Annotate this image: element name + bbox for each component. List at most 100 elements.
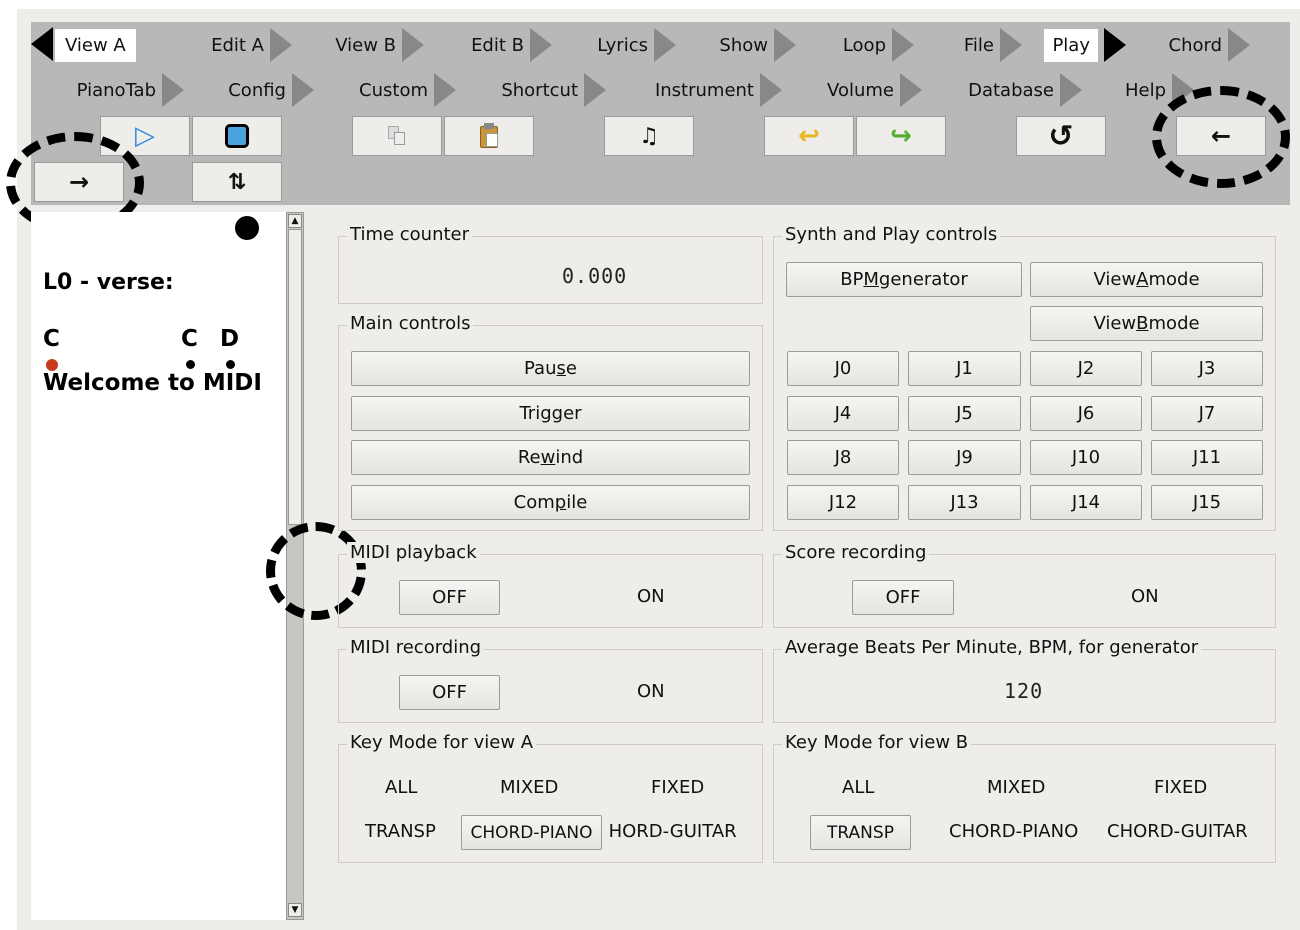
jump-button-3[interactable]: J3 bbox=[1151, 351, 1263, 386]
scroll-up-icon[interactable]: ▲ bbox=[288, 214, 302, 228]
back-button[interactable]: ← bbox=[1176, 116, 1266, 156]
tab-loop[interactable]: Loop bbox=[802, 27, 920, 63]
jump-button-0[interactable]: J0 bbox=[787, 351, 899, 386]
view-a-mode-button[interactable]: View A mode bbox=[1030, 262, 1263, 297]
tab-edit-b[interactable]: Edit B bbox=[430, 27, 558, 63]
key-mode-a-transp[interactable]: TRANSP bbox=[365, 821, 436, 842]
loop-back-button[interactable]: ↺ bbox=[1016, 116, 1106, 156]
tab-label: Volume bbox=[827, 79, 894, 101]
tab-instrument[interactable]: Instrument bbox=[612, 72, 788, 108]
key-mode-a-fixed[interactable]: FIXED bbox=[651, 777, 704, 798]
tab-arrow-icon bbox=[774, 28, 796, 62]
key-mode-b-transp[interactable]: TRANSP bbox=[810, 815, 911, 850]
tab-scroll-left-icon[interactable] bbox=[31, 27, 53, 61]
jump-button-6[interactable]: J6 bbox=[1030, 396, 1142, 431]
tab-arrow-icon bbox=[900, 73, 922, 107]
tab-label: Config bbox=[228, 79, 286, 101]
tab-lyrics[interactable]: Lyrics bbox=[558, 27, 682, 63]
tab-arrow-icon bbox=[584, 73, 606, 107]
midi-recording-off-button[interactable]: OFF bbox=[399, 675, 500, 710]
tab-edit-a[interactable]: Edit A bbox=[150, 27, 298, 63]
jump-button-1[interactable]: J1 bbox=[908, 351, 1021, 386]
tab-play[interactable]: Play bbox=[1028, 27, 1132, 63]
tab-config[interactable]: Config bbox=[190, 72, 320, 108]
jump-button-11[interactable]: J11 bbox=[1151, 440, 1263, 475]
tab-label: Show bbox=[719, 34, 768, 56]
swap-arrows-icon: ⇅ bbox=[227, 169, 247, 195]
tab-shortcut[interactable]: Shortcut bbox=[462, 72, 612, 108]
key-mode-b-fixed[interactable]: FIXED bbox=[1154, 777, 1207, 798]
key-mode-b-mixed[interactable]: MIXED bbox=[987, 777, 1045, 798]
chord-marker-dot bbox=[186, 360, 195, 369]
tab-help[interactable]: Help bbox=[1088, 72, 1200, 108]
paste-button[interactable] bbox=[444, 116, 534, 156]
tab-label: Lyrics bbox=[597, 34, 648, 56]
status-dot bbox=[235, 216, 259, 240]
score-recording-off-button[interactable]: OFF bbox=[852, 580, 954, 615]
midi-playback-on-option[interactable]: ON bbox=[637, 586, 665, 607]
jump-button-10[interactable]: J10 bbox=[1030, 440, 1142, 475]
undo-button[interactable]: ↩ bbox=[764, 116, 854, 156]
jump-button-5[interactable]: J5 bbox=[908, 396, 1021, 431]
tab-database[interactable]: Database bbox=[928, 72, 1088, 108]
tab-view-b[interactable]: View B bbox=[298, 27, 430, 63]
key-mode-b-chord-guitar[interactable]: CHORD-GUITAR bbox=[1107, 821, 1248, 842]
tab-label: Edit B bbox=[471, 34, 524, 56]
midi-recording-on-option[interactable]: ON bbox=[637, 681, 665, 702]
tab-label: Play bbox=[1044, 28, 1098, 62]
song-view-panel[interactable] bbox=[31, 212, 287, 920]
time-counter-display: 0.000 bbox=[562, 264, 628, 288]
tab-arrow-icon bbox=[162, 73, 184, 107]
jump-button-15[interactable]: J15 bbox=[1151, 485, 1263, 520]
key-mode-b-chord-piano[interactable]: CHORD-PIANO bbox=[949, 821, 1078, 842]
bpm-generator-button[interactable]: BP M generator bbox=[786, 262, 1022, 297]
tab-arrow-icon bbox=[1172, 73, 1194, 107]
jump-button-8[interactable]: J8 bbox=[787, 440, 899, 475]
rewind-button[interactable]: Re w ind bbox=[351, 440, 750, 475]
jump-button-14[interactable]: J14 bbox=[1030, 485, 1142, 520]
pause-button[interactable]: Pau s e bbox=[351, 351, 750, 386]
key-mode-a-chord-piano[interactable]: CHORD-PIANO bbox=[461, 815, 602, 850]
group-title: Time counter bbox=[347, 224, 473, 245]
redo-button[interactable]: ↪ bbox=[856, 116, 946, 156]
bpm-display: 120 bbox=[1004, 679, 1044, 703]
key-mode-a-chord-guitar[interactable]: CHORD-GUITAR bbox=[608, 821, 737, 842]
key-mode-b-all[interactable]: ALL bbox=[842, 777, 874, 798]
jump-button-9[interactable]: J9 bbox=[908, 440, 1021, 475]
tab-pianotab[interactable]: PianoTab bbox=[40, 72, 190, 108]
view-b-mode-button[interactable]: View B mode bbox=[1030, 306, 1263, 341]
jump-button-13[interactable]: J13 bbox=[908, 485, 1021, 520]
tab-label: Help bbox=[1124, 79, 1166, 101]
score-recording-on-option[interactable]: ON bbox=[1131, 586, 1159, 607]
jump-button-4[interactable]: J4 bbox=[787, 396, 899, 431]
copy-button[interactable] bbox=[352, 116, 442, 156]
play-button[interactable]: ▷ bbox=[100, 116, 190, 156]
jump-button-7[interactable]: J7 bbox=[1151, 396, 1263, 431]
vertical-scrollbar[interactable]: ▲ ▼ bbox=[286, 212, 304, 920]
forward-button[interactable]: → bbox=[34, 162, 124, 202]
key-mode-a-mixed[interactable]: MIXED bbox=[500, 777, 558, 798]
tab-file[interactable]: File bbox=[920, 27, 1028, 63]
key-mode-a-chord-guitar-clip: CHORD-GUITAR bbox=[608, 815, 750, 850]
undo-icon: ↩ bbox=[798, 121, 820, 151]
chord-label: C bbox=[181, 326, 198, 352]
tab-chord[interactable]: Chord bbox=[1132, 27, 1256, 63]
tab-custom[interactable]: Custom bbox=[320, 72, 462, 108]
tab-label: Edit A bbox=[211, 34, 264, 56]
trigger-button[interactable]: Tri g ger bbox=[351, 396, 750, 431]
compile-button[interactable]: Com p ile bbox=[351, 485, 750, 520]
stop-button[interactable] bbox=[192, 116, 282, 156]
key-mode-a-all[interactable]: ALL bbox=[385, 777, 417, 798]
tab-view-a[interactable]: View A bbox=[55, 27, 145, 63]
tab-volume[interactable]: Volume bbox=[788, 72, 928, 108]
tab-arrow-icon bbox=[1228, 28, 1250, 62]
tab-label: View B bbox=[335, 34, 396, 56]
swap-button[interactable]: ⇅ bbox=[192, 162, 282, 202]
notes-button[interactable]: ♫ bbox=[604, 116, 694, 156]
scrollbar-thumb[interactable] bbox=[288, 229, 302, 525]
midi-playback-off-button[interactable]: OFF bbox=[399, 580, 500, 615]
jump-button-12[interactable]: J12 bbox=[787, 485, 899, 520]
tab-show[interactable]: Show bbox=[682, 27, 802, 63]
scroll-down-icon[interactable]: ▼ bbox=[288, 903, 302, 917]
jump-button-2[interactable]: J2 bbox=[1030, 351, 1142, 386]
